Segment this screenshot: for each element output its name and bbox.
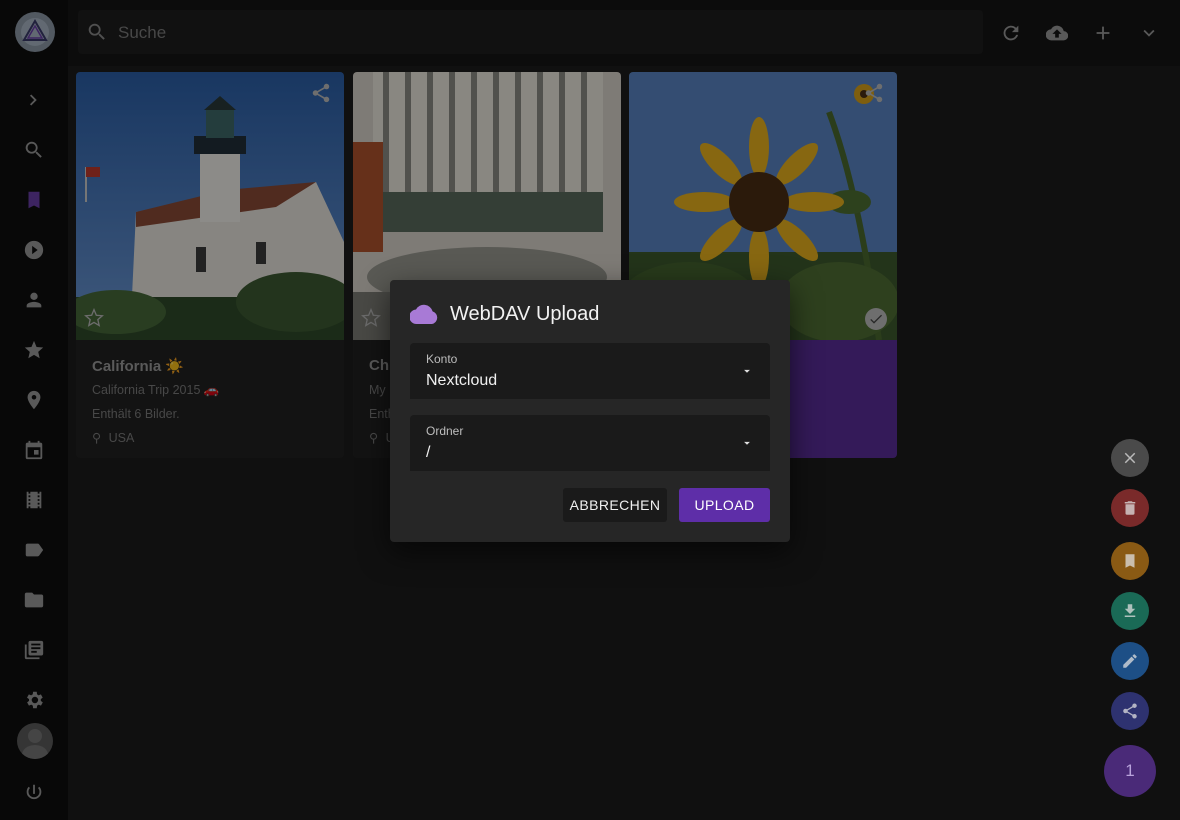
account-select[interactable]: Konto Nextcloud — [410, 343, 770, 399]
close-selection-button[interactable] — [1111, 439, 1149, 477]
dialog-header: WebDAV Upload — [409, 300, 600, 328]
webdav-upload-dialog: WebDAV Upload Konto Nextcloud Ordner / A… — [390, 280, 790, 542]
bookmark-icon — [1125, 554, 1135, 568]
dialog-title: WebDAV Upload — [450, 302, 600, 325]
cancel-button[interactable]: ABBRECHEN — [563, 488, 667, 522]
edit-button[interactable] — [1111, 642, 1149, 680]
folder-value: / — [426, 444, 431, 461]
cloud-icon — [409, 303, 438, 325]
account-value: Nextcloud — [426, 372, 498, 389]
folder-select[interactable]: Ordner / — [410, 415, 770, 471]
caret-down-icon[interactable] — [740, 436, 754, 450]
upload-button[interactable]: UPLOAD — [679, 488, 770, 522]
delete-button[interactable] — [1111, 489, 1149, 527]
account-label: Konto — [426, 352, 458, 366]
trash-icon — [1124, 501, 1136, 515]
folder-label: Ordner — [426, 424, 464, 438]
caret-down-icon[interactable] — [740, 364, 754, 378]
selection-count-button[interactable]: 1 — [1104, 745, 1156, 797]
edit-icon — [1123, 654, 1137, 668]
selection-count: 1 — [1125, 761, 1135, 780]
add-to-album-button[interactable] — [1111, 542, 1149, 580]
download-button[interactable] — [1111, 592, 1149, 630]
download-icon — [1124, 604, 1136, 617]
share-icon — [1123, 703, 1137, 719]
close-icon — [1124, 452, 1136, 464]
share-button[interactable] — [1111, 692, 1149, 730]
